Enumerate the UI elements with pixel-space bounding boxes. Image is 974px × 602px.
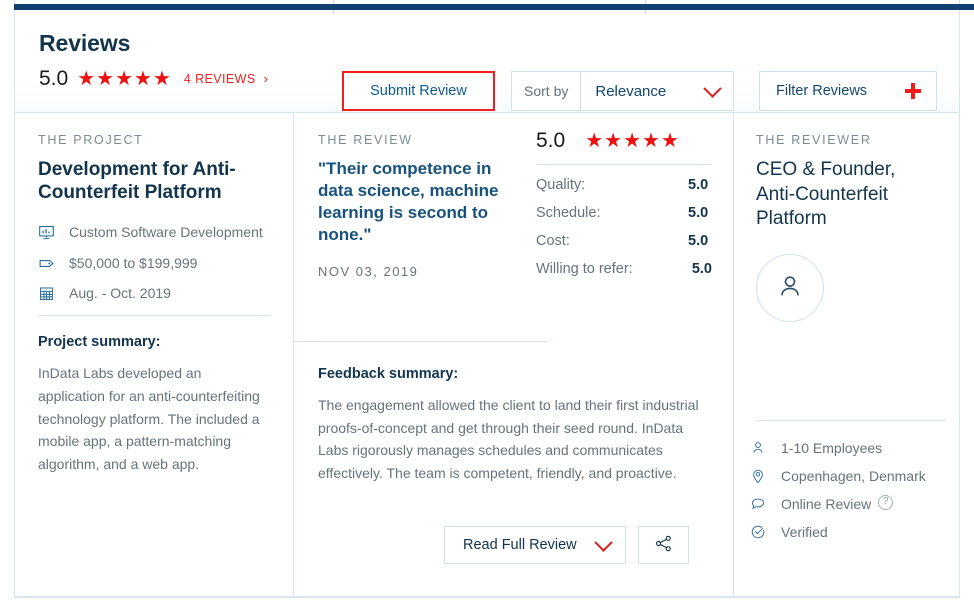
location-pin-icon [750,468,772,484]
rating-value-schedule: 5.0 [688,205,709,221]
reviewer-detail-employees: 1-10 Employees [750,439,926,458]
reviews-count-label: 4 REVIEWS [183,71,256,86]
review-column: THE REVIEW "Their competence in data sci… [294,113,734,596]
ratings-overall-stars: ★ ★ ★ ★ ★ [585,130,680,152]
reviewer-column: THE REVIEWER CEO & Founder, Anti-Counter… [734,113,959,596]
page-title: Reviews [39,30,131,56]
rating-label-schedule: Schedule: [536,205,601,221]
ratings-overall-row: 5.0 ★ ★ ★ ★ ★ [536,129,712,165]
project-title: Development for Anti-Counterfeit Platfor… [38,159,236,204]
project-meta-dates: Aug. - Oct. 2019 [38,284,271,303]
rating-row-schedule: Schedule: 5.0 [536,205,712,221]
verified-check-icon [750,524,772,540]
reviewer-detail-review-type: Online Review ? [750,494,926,514]
review-actions: Read Full Review [444,526,689,564]
project-summary-heading: Project summary: [38,334,161,351]
avatar [756,254,824,323]
reviewer-details-list: 1-10 Employees Copenhagen, Denmark Onlin… [750,439,926,551]
overall-stars: ★ ★ ★ ★ ★ [77,67,172,90]
ratings-overall-score: 5.0 [536,129,566,152]
rating-label-cost: Cost: [536,233,570,249]
ratings-breakdown: Quality: 5.0 Schedule: 5.0 Cost: 5.0 Wil… [536,177,712,277]
read-full-review-label: Read Full Review [463,537,577,553]
project-column: THE PROJECT Development for Anti-Counter… [15,113,294,596]
project-meta-dates-label: Aug. - Oct. 2019 [69,284,171,301]
sort-control[interactable]: Sort by Relevance [511,71,735,111]
review-quote: "Their competence in data science, machi… [318,159,499,245]
project-meta-budget-label: $50,000 to $199,999 [69,254,198,271]
project-meta-service: Custom Software Development [38,223,271,242]
reviewer-detail-review-type-label: Online Review [781,495,872,512]
project-meta-service-label: Custom Software Development [69,224,263,241]
ratings-panel: 5.0 ★★★★★ Quality: 5.0 Schedule: 5.0 [536,129,712,289]
chevron-down-icon [703,78,723,98]
reviewer-detail-location: Copenhagen, Denmark [750,467,926,486]
person-avatar-icon [775,271,805,306]
reviews-count-link[interactable]: 4 REVIEWS › [184,71,268,86]
chevron-right-icon: › [263,71,269,86]
help-icon[interactable]: ? [878,494,894,510]
reviewer-eyebrow: THE REVIEWER [756,133,872,147]
service-chart-icon [38,224,58,241]
rating-label-willing-to-refer: Willing to refer: [536,261,633,277]
sort-by-label: Sort by [512,72,582,110]
share-button[interactable] [638,526,689,564]
reviewer-detail-location-label: Copenhagen, Denmark [781,467,926,484]
review-divider [294,341,548,342]
project-meta-list: Custom Software Development $50,000 to $… [38,223,271,303]
review-body: THE PROJECT Development for Anti-Counter… [15,113,959,596]
filter-reviews-label: Filter Reviews [776,83,868,99]
feedback-text: The engagement allowed the client to lan… [318,397,699,482]
project-summary-text: InData Labs developed an application for… [38,365,260,472]
price-tag-icon [38,255,58,272]
project-divider [38,315,271,317]
sort-selected-value: Relevance [595,82,667,100]
reviewer-divider [756,420,946,421]
feedback-heading: Feedback summary: [318,366,459,382]
reviewer-detail-employees-label: 1-10 Employees [781,440,883,456]
chevron-down-icon [594,532,613,552]
share-icon [654,534,673,556]
filter-reviews-button[interactable]: Filter Reviews [759,71,937,111]
project-meta-budget: $50,000 to $199,999 [38,254,271,273]
person-icon [750,440,772,456]
rating-label-quality: Quality: [536,177,586,193]
overall-rating-line: 5.0 ★ ★ ★ ★ ★ 4 REVIEWS › [39,68,268,89]
reviewer-detail-verified-label: Verified [781,523,828,540]
top-rule-group [0,0,974,14]
rating-row-willing-to-refer: Willing to refer: 5.0 [536,261,712,277]
submit-review-button[interactable]: Submit Review [342,71,495,111]
feedback-block: Feedback summary: The engagement allowed… [318,366,712,485]
rating-value-willing-to-refer: 5.0 [691,261,712,277]
reviews-summary: Reviews 5.0 ★ ★ ★ ★ ★ 4 REVIEWS › [39,30,268,90]
plus-icon [905,83,921,99]
rating-row-quality: Quality: 5.0 [536,177,712,193]
sort-select[interactable]: Relevance [581,72,733,110]
rating-value-cost: 5.0 [688,233,709,249]
overall-score: 5.0 [39,67,69,90]
rating-value-quality: 5.0 [688,177,709,193]
reviews-header: Reviews 5.0 ★ ★ ★ ★ ★ 4 REVIEWS › Submit Rev… [15,14,959,113]
reviews-screen: Reviews 5.0 ★ ★ ★ ★ ★ 4 REVIEWS › Submit Rev… [0,0,974,602]
reviewer-detail-verified: Verified [750,523,926,542]
read-full-review-button[interactable]: Read Full Review [444,526,626,564]
reviewer-title: CEO & Founder, Anti-Counterfeit Platform [756,159,896,230]
calendar-icon [38,285,58,302]
navy-accent-bar [14,4,974,10]
speech-bubble-icon [750,496,772,512]
rating-row-cost: Cost: 5.0 [536,233,712,249]
project-eyebrow: THE PROJECT [38,133,144,147]
reviews-card: Reviews 5.0 ★ ★ ★ ★ ★ 4 REVIEWS › Submit Rev… [14,14,960,598]
